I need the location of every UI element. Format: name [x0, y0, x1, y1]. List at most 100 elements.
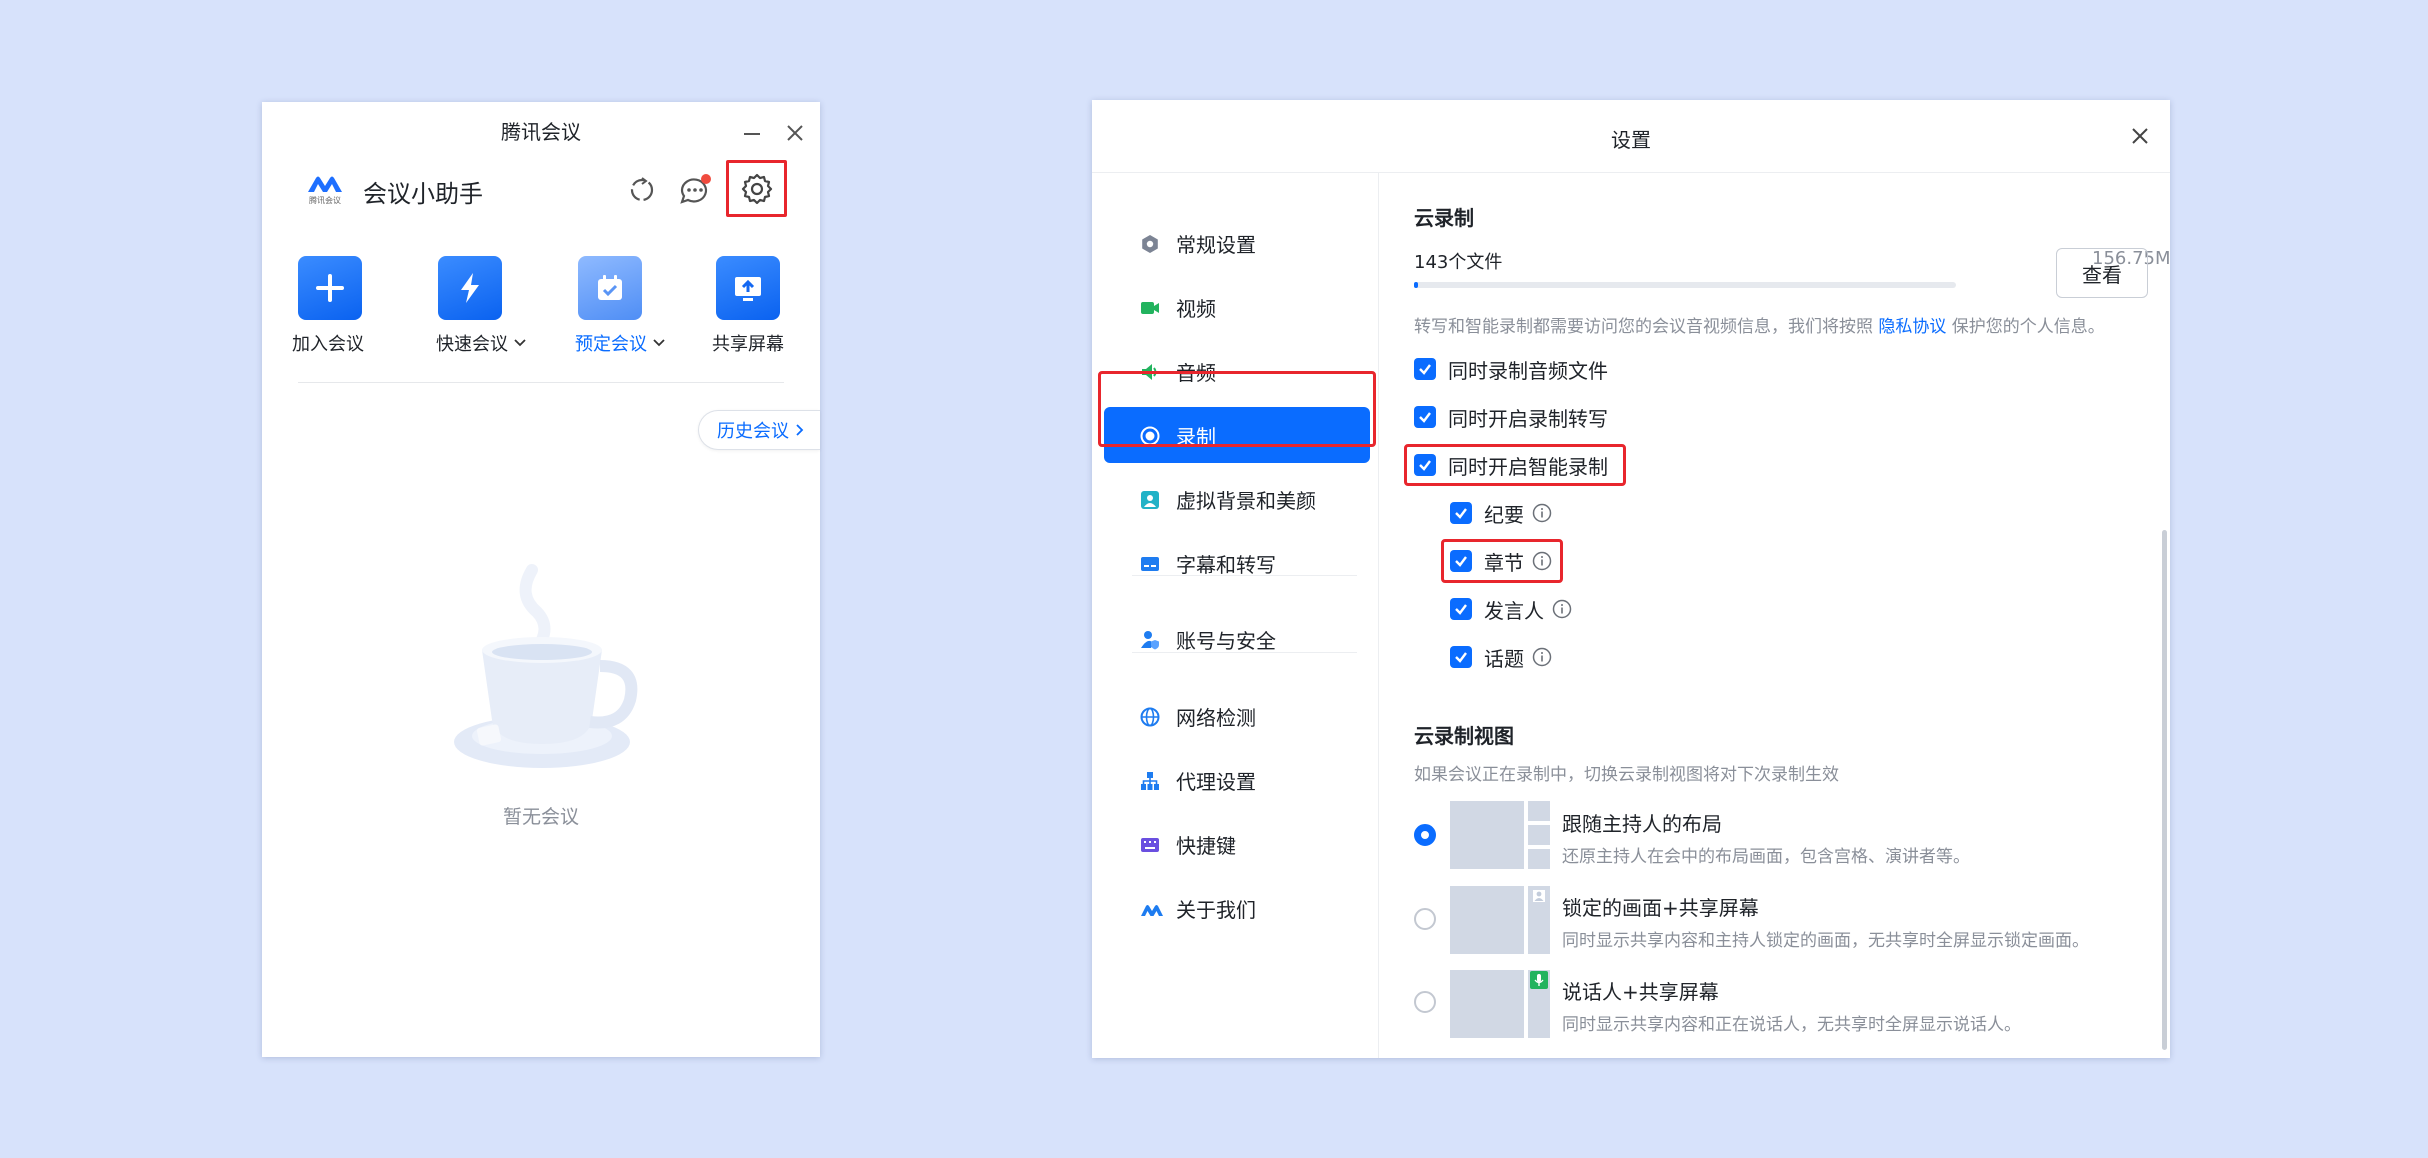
- record-audio-option[interactable]: 同时录制音频文件: [1414, 354, 1608, 384]
- smart-recording-highlight: [1404, 444, 1626, 486]
- sidebar-item-virtual-background[interactable]: 虚拟背景和美颜: [1104, 471, 1370, 527]
- option-label: 同时开启录制转写: [1448, 406, 1608, 431]
- window-title: 腾讯会议: [501, 120, 581, 144]
- plus-icon: [316, 274, 344, 302]
- minimize-icon: [744, 133, 760, 135]
- divider: [298, 382, 784, 383]
- app-logo: 腾讯会议: [306, 172, 344, 206]
- assistant-label[interactable]: 会议小助手: [363, 174, 483, 209]
- camera-icon: [1141, 302, 1159, 314]
- calendar-check-icon: [598, 275, 622, 300]
- layout-locked-share-radio[interactable]: [1414, 908, 1436, 930]
- keyboard-icon: [1141, 838, 1159, 852]
- option-label: 发言人: [1484, 598, 1544, 623]
- sidebar-item-video[interactable]: 视频: [1104, 279, 1370, 335]
- empty-cup-illustration: [442, 550, 642, 790]
- quick-meeting-button[interactable]: [438, 256, 502, 320]
- sidebar-item-label: 字幕和转写: [1176, 552, 1276, 577]
- join-meeting-button[interactable]: [298, 256, 362, 320]
- checkbox-checked[interactable]: [1450, 646, 1472, 668]
- settings-button[interactable]: [740, 172, 774, 206]
- settings-window: 设置 常规设置 视频 音频 录制 虚拟背景和美颜 字幕和转写 账号与安全 网络检…: [1092, 100, 2170, 1058]
- checkbox-checked[interactable]: [1450, 502, 1472, 524]
- sidebar-item-label: 视频: [1176, 296, 1216, 321]
- recording-highlight: [1098, 371, 1376, 447]
- meeting-main-window: 腾讯会议 腾讯会议 会议小助手 加入会议 快速会议 预定会议 共享屏幕 历史会议…: [262, 102, 820, 1057]
- sidebar-item-label: 网络检测: [1176, 705, 1256, 730]
- minimize-button[interactable]: [742, 124, 762, 144]
- person-icon: [1533, 890, 1545, 902]
- checkbox-checked[interactable]: [1414, 358, 1436, 380]
- messages-button[interactable]: [678, 174, 712, 206]
- history-meetings-label: 历史会议: [717, 421, 789, 442]
- info-icon: [1532, 647, 1552, 667]
- file-count: 143个文件: [1414, 252, 1503, 273]
- layout-title: 锁定的画面+共享屏幕: [1562, 896, 1759, 920]
- sidebar-item-account-security[interactable]: 账号与安全: [1104, 611, 1370, 667]
- close-icon: [787, 125, 803, 141]
- privacy-notice-text: 保护您的个人信息。: [1946, 317, 2105, 337]
- refresh-button[interactable]: [626, 174, 658, 206]
- portrait-icon: [1141, 491, 1159, 509]
- option-label: 话题: [1484, 646, 1524, 671]
- sidebar-separator: [1132, 575, 1357, 576]
- quick-meeting-menu[interactable]: 快速会议: [436, 330, 527, 356]
- settings-close-button[interactable]: [2131, 127, 2149, 145]
- speakers-option[interactable]: 发言人: [1450, 594, 1572, 624]
- chevron-right-icon: [796, 424, 804, 436]
- schedule-meeting-menu[interactable]: 预定会议: [575, 330, 666, 356]
- layout-follow-host-radio[interactable]: [1414, 824, 1436, 846]
- checkmark-icon: [1455, 652, 1467, 663]
- storage-progress-fill: [1414, 282, 1419, 288]
- option-label: 同时录制音频文件: [1448, 358, 1608, 383]
- layout-description: 还原主持人在会中的布局画面，包含宫格、演讲者等。: [1562, 847, 1970, 867]
- share-screen-button[interactable]: [716, 256, 780, 320]
- close-button[interactable]: [786, 124, 804, 142]
- info-icon: [1532, 503, 1552, 523]
- globe-icon: [1140, 707, 1160, 727]
- layout-speaker-share-radio[interactable]: [1414, 991, 1436, 1013]
- layout-title: 说话人+共享屏幕: [1562, 980, 1719, 1004]
- sidebar-item-general[interactable]: 常规设置: [1104, 215, 1370, 271]
- sidebar-item-shortcuts[interactable]: 快捷键: [1104, 816, 1370, 872]
- sync-icon: [630, 177, 654, 202]
- checkmark-icon: [1455, 604, 1467, 615]
- sidebar-item-label: 快捷键: [1176, 833, 1236, 858]
- record-transcription-option[interactable]: 同时开启录制转写: [1414, 402, 1608, 432]
- sidebar-separator: [1132, 652, 1357, 653]
- privacy-policy-link[interactable]: 隐私协议: [1878, 317, 1946, 337]
- privacy-notice: 转写和智能录制都需要访问您的会议音视频信息，我们将按照 隐私协议 保护您的个人信…: [1414, 312, 2105, 337]
- view-files-button[interactable]: 查看: [2056, 248, 2148, 298]
- checkbox-checked[interactable]: [1414, 406, 1436, 428]
- sidebar-item-subtitles[interactable]: 字幕和转写: [1104, 535, 1370, 591]
- sidebar-item-label: 关于我们: [1176, 897, 1256, 922]
- brand-logo-icon: [308, 176, 342, 192]
- quick-meeting-label: 快速会议: [436, 334, 508, 355]
- join-meeting-label[interactable]: 加入会议: [292, 330, 364, 356]
- content-scrollbar[interactable]: [2162, 530, 2167, 1050]
- layout-title: 跟随主持人的布局: [1562, 812, 1722, 836]
- chevron-down-icon: [653, 339, 665, 347]
- lightning-icon: [461, 273, 479, 303]
- checkbox-checked[interactable]: [1450, 598, 1472, 620]
- recording-view-title: 云录制视图: [1414, 724, 1514, 748]
- share-screen-label[interactable]: 共享屏幕: [712, 330, 784, 356]
- sidebar-item-network-check[interactable]: 网络检测: [1104, 688, 1370, 744]
- chat-bubble-icon: [680, 174, 711, 204]
- layout-description: 同时显示共享内容和主持人锁定的画面，无共享时全屏显示锁定画面。: [1562, 931, 2089, 951]
- gear-icon: [1142, 235, 1158, 253]
- sidebar-item-label: 虚拟背景和美颜: [1176, 488, 1316, 513]
- schedule-meeting-button[interactable]: [578, 256, 642, 320]
- settings-title: 设置: [1611, 128, 1651, 152]
- topics-option[interactable]: 话题: [1450, 642, 1552, 672]
- sidebar-item-about[interactable]: 关于我们: [1104, 880, 1370, 936]
- brand-logo-icon: [1141, 905, 1163, 916]
- minutes-option[interactable]: 纪要: [1450, 498, 1552, 528]
- sidebar-item-label: 代理设置: [1176, 769, 1256, 794]
- sidebar-item-proxy[interactable]: 代理设置: [1104, 752, 1370, 808]
- layout-description: 同时显示共享内容和正在说话人，无共享时全屏显示说话人。: [1562, 1015, 2021, 1035]
- checkmark-icon: [1455, 508, 1467, 519]
- history-meetings-button[interactable]: 历史会议: [698, 410, 820, 450]
- notification-dot: [701, 174, 711, 184]
- gear-icon: [741, 173, 773, 205]
